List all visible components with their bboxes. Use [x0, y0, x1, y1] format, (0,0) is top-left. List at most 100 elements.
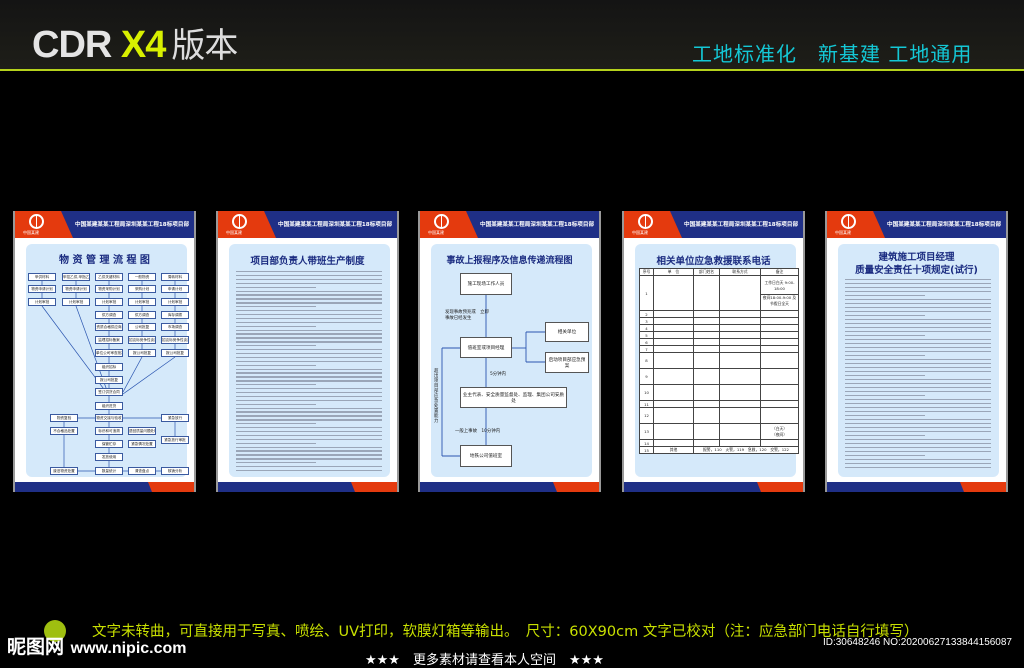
- unit-cell: 其他: [653, 446, 694, 454]
- flow-box: 物资采购计划: [95, 285, 123, 293]
- unit-cell[interactable]: [653, 331, 694, 339]
- watermark[interactable]: 昵图网 www.nipic.com: [7, 632, 187, 659]
- text-line: [236, 419, 382, 421]
- text-line: [236, 384, 316, 386]
- dept-cell[interactable]: [693, 345, 720, 353]
- flow-box: 组织进货: [95, 402, 123, 410]
- dept-cell[interactable]: [693, 338, 720, 346]
- text-line: [845, 343, 991, 345]
- label-five-min: 5分钟内: [490, 372, 506, 377]
- dept-cell[interactable]: [693, 400, 720, 408]
- note-cell: [760, 400, 799, 408]
- contact-cell[interactable]: [719, 275, 761, 311]
- text-line: [236, 469, 382, 472]
- text-line: [236, 427, 382, 429]
- flow-box: 报公司批复: [161, 349, 189, 357]
- unit-cell[interactable]: [653, 400, 694, 408]
- contact-cell[interactable]: [719, 324, 761, 332]
- unit-cell[interactable]: [653, 352, 694, 369]
- text-line: [845, 447, 991, 449]
- flow-box: 计划审批: [28, 298, 56, 306]
- text-line: [236, 282, 382, 285]
- unit-cell[interactable]: [653, 310, 694, 318]
- row-number: 7: [639, 345, 654, 353]
- contact-cell[interactable]: [719, 345, 761, 353]
- footer-red-block: [960, 482, 1006, 492]
- more-materials-link[interactable]: ★★★ 更多素材请查看本人空间 ★★★: [365, 649, 604, 668]
- dept-cell[interactable]: [693, 275, 720, 311]
- row-number: 4: [639, 324, 654, 332]
- poster-header: 中国某建 中国某建某某工程局深圳某某工程18标项目部: [218, 211, 397, 238]
- note-cell: [760, 368, 799, 385]
- contact-cell[interactable]: [719, 331, 761, 339]
- dept-cell[interactable]: [693, 317, 720, 325]
- unit-cell[interactable]: [653, 338, 694, 346]
- unit-cell[interactable]: [653, 324, 694, 332]
- contact-cell[interactable]: [719, 368, 761, 385]
- dept-cell[interactable]: [693, 407, 720, 424]
- text-line: [236, 458, 382, 460]
- phones-cell: 报警，110 火警，119 急救，120 交警，122: [693, 446, 799, 454]
- table-row: 7: [639, 345, 799, 353]
- flow-box: 单位公司审查批准: [95, 349, 123, 357]
- org-name: 中国某建某某工程局深圳某某工程18标项目部: [684, 222, 799, 228]
- dept-cell[interactable]: [693, 439, 720, 447]
- poster-pm-responsibility: 中国某建 中国某建某某工程局深圳某某工程18标项目部 建筑施工项目经理 质量安全责…: [825, 211, 1008, 492]
- dept-cell[interactable]: [693, 352, 720, 369]
- text-line: [236, 329, 382, 331]
- contact-cell[interactable]: [719, 338, 761, 346]
- poster-header: 中国某建 中国某建某某工程局深圳某某工程18标项目部: [827, 211, 1006, 238]
- unit-cell[interactable]: [653, 439, 694, 447]
- unit-cell[interactable]: [653, 345, 694, 353]
- logo-text: 中国某建: [226, 230, 242, 235]
- unit-cell[interactable]: [653, 275, 694, 311]
- table-row: 1 工作日白天 9:00-18:00 夜间18:00-9:00 及节假日全天: [639, 275, 799, 311]
- contact-cell[interactable]: [719, 439, 761, 447]
- text-line: [236, 278, 382, 281]
- watermark-url[interactable]: www.nipic.com: [71, 640, 187, 657]
- row-number: 1: [639, 275, 654, 311]
- contact-cell[interactable]: [719, 384, 761, 401]
- flow-box: 物资申请计划: [28, 285, 56, 293]
- dept-cell[interactable]: [693, 331, 720, 339]
- unit-cell[interactable]: [653, 317, 694, 325]
- text-line: [845, 299, 991, 301]
- unit-cell[interactable]: [653, 384, 694, 401]
- table-row: 15 其他 报警，110 火警，119 急救，120 交警，122: [639, 446, 799, 454]
- contact-cell[interactable]: [719, 352, 761, 369]
- col-header: 备注: [760, 268, 799, 276]
- text-line: [845, 419, 991, 421]
- text-line: [236, 298, 382, 300]
- dept-cell[interactable]: [693, 384, 720, 401]
- contact-cell[interactable]: [719, 423, 761, 440]
- dept-cell[interactable]: [693, 423, 720, 440]
- contact-cell[interactable]: [719, 407, 761, 424]
- poster-footer: [218, 482, 397, 492]
- text-line: [845, 335, 925, 337]
- logo-text: 中国某建: [632, 230, 648, 235]
- brand-cdr: CDR: [32, 24, 121, 66]
- label-general: 一般上事故 10分钟内: [455, 429, 501, 434]
- unit-cell[interactable]: [653, 368, 694, 385]
- text-line: [236, 372, 382, 374]
- unit-cell[interactable]: [653, 407, 694, 424]
- row-number: 9: [639, 368, 654, 385]
- flow-box: 计划审批: [128, 298, 156, 306]
- text-line: [236, 454, 382, 456]
- text-line: [236, 290, 382, 292]
- note-cell: [760, 310, 799, 318]
- poster-footer: [15, 482, 194, 492]
- dept-cell[interactable]: [693, 324, 720, 332]
- dept-cell[interactable]: [693, 368, 720, 385]
- text-line: [845, 395, 925, 397]
- node-worker: 施工现场工作人员: [460, 273, 512, 295]
- contact-cell[interactable]: [719, 400, 761, 408]
- unit-cell[interactable]: [653, 423, 694, 440]
- text-line: [236, 337, 382, 339]
- text-line: [845, 319, 991, 321]
- dept-cell[interactable]: [693, 310, 720, 318]
- contact-cell[interactable]: [719, 310, 761, 318]
- node-metro-duty: 地铁公司值班室: [460, 445, 512, 467]
- text-line: [236, 313, 382, 316]
- contact-cell[interactable]: [719, 317, 761, 325]
